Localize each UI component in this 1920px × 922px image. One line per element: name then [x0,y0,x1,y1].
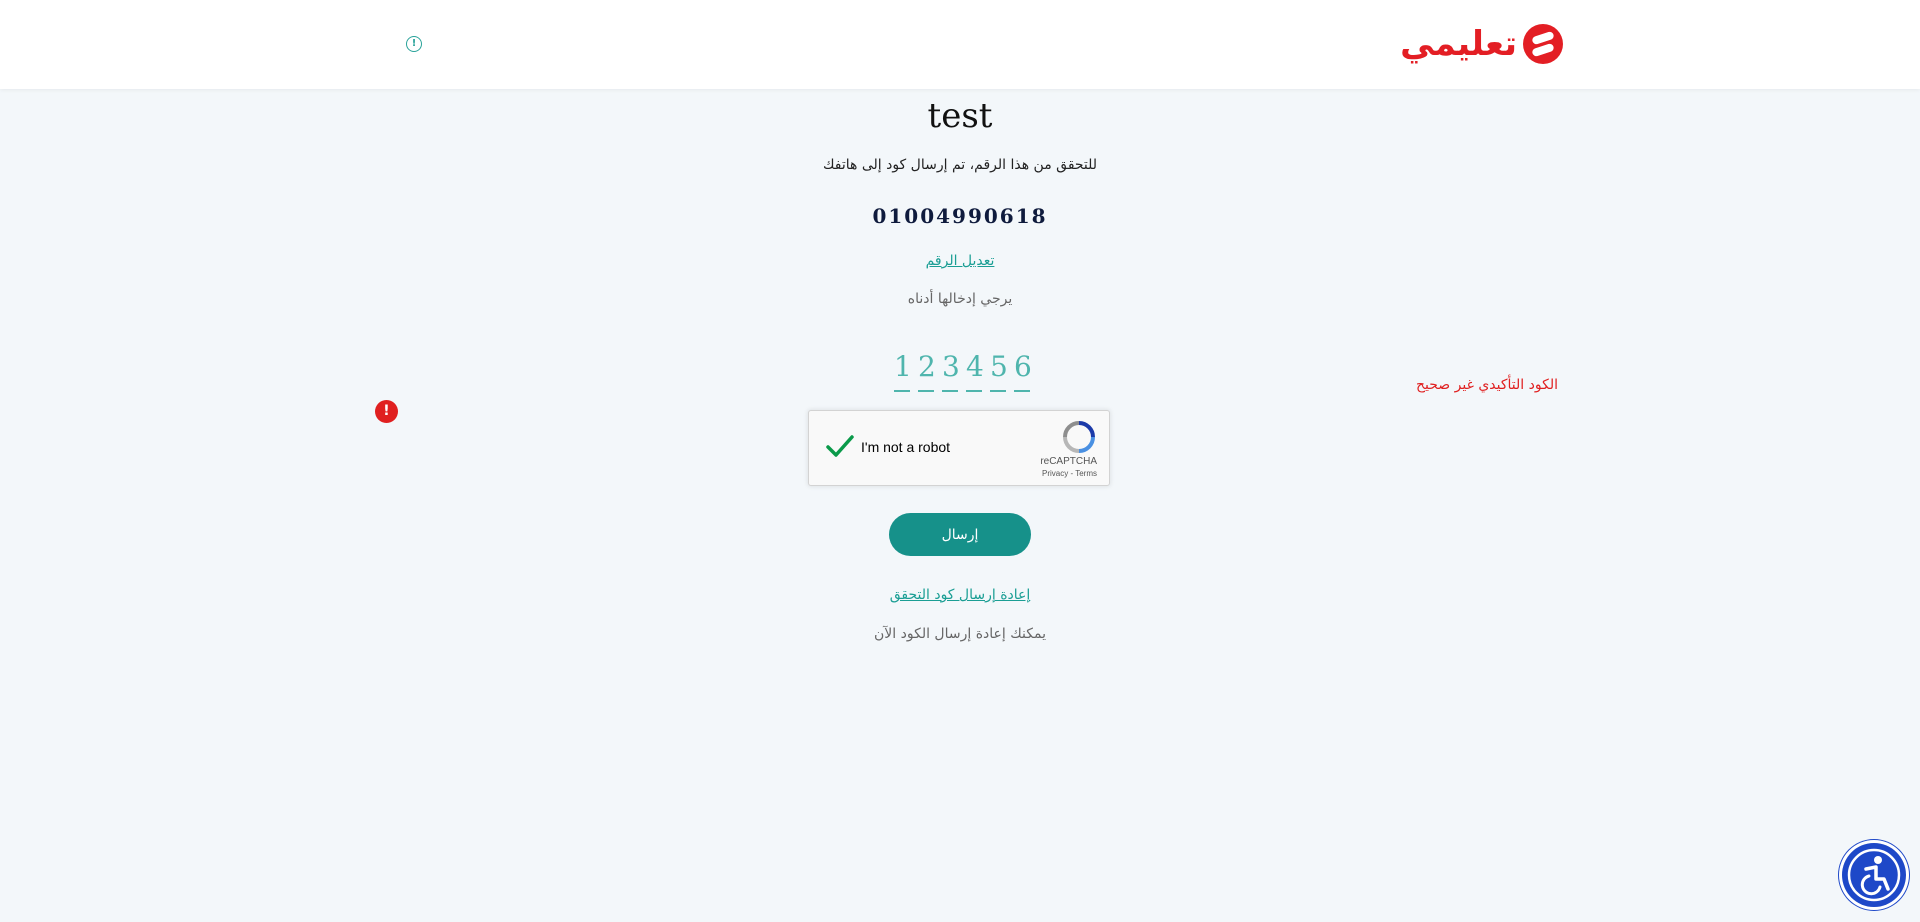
otp-digit-input[interactable]: 1 [894,350,912,392]
checkmark-icon[interactable] [825,431,855,461]
logo-text: تعليمي [1400,24,1517,64]
otp-digit-input[interactable]: 3 [942,350,960,392]
phone-number: 01004990618 [872,204,1048,228]
recaptcha-brand: reCAPTCHA [1040,456,1097,467]
recaptcha-widget[interactable]: I'm not a robot reCAPTCHA Privacy - Term… [808,410,1110,486]
edit-number-link[interactable]: تعديل الرقم [0,253,1920,269]
otp-input-group: 1 2 3 4 5 6 [894,350,1032,392]
recaptcha-label: I'm not a robot [861,439,951,455]
site-logo[interactable]: تعليمي [1400,20,1563,68]
otp-error-message: الكود التأكيدي غير صحيح [1415,377,1558,393]
page-title: test [927,96,993,136]
otp-digit-input[interactable]: 5 [990,350,1008,392]
resend-code-link[interactable]: إعادة إرسال كود التحقق [0,587,1920,603]
accessibility-button[interactable] [1842,843,1906,907]
logo-mark-icon [1523,24,1563,64]
info-icon[interactable]: ! [406,36,422,52]
otp-digit-input[interactable]: 2 [918,350,936,392]
verification-subtitle: للتحقق من هذا الرقم، تم إرسال كود إلى ها… [822,157,1098,173]
otp-digit-input[interactable]: 4 [966,350,984,392]
accessibility-icon [1847,848,1901,902]
recaptcha-privacy-terms[interactable]: Privacy - Terms [1042,469,1097,478]
resend-hint: يمكنك إعادة إرسال الكود الآن [874,626,1046,642]
enter-code-hint: يرجي إدخالها أدناه [907,291,1013,307]
submit-button[interactable]: إرسال [889,513,1031,556]
top-header: ! تعليمي [0,0,1920,89]
recaptcha-logo-icon [1063,421,1095,453]
error-alert-icon: ! [375,400,398,423]
otp-digit-input[interactable]: 6 [1014,350,1032,392]
